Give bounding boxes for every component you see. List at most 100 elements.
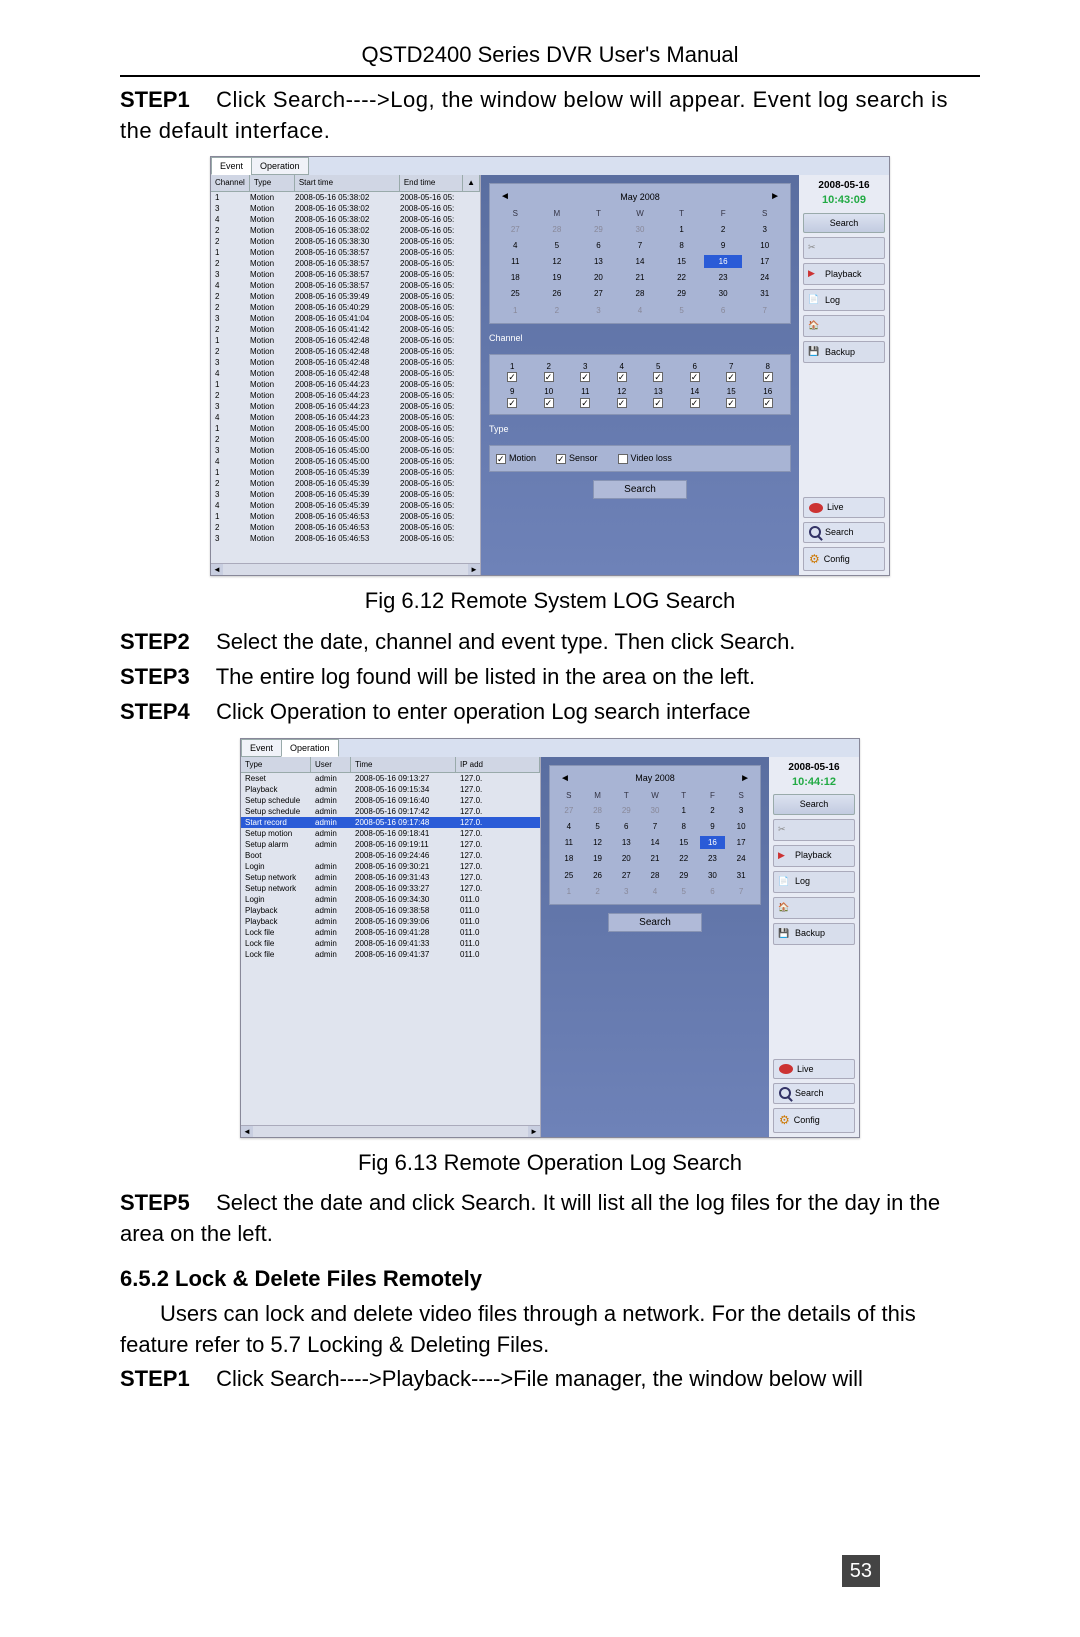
channel-checkbox[interactable]: 15 [715, 386, 748, 407]
col-type[interactable]: Type [250, 175, 295, 190]
calendar-day[interactable]: 27 [556, 804, 582, 817]
side-live-button[interactable]: Live [773, 1059, 855, 1080]
table-row[interactable]: 1Motion2008-05-16 05:42:482008-05-16 05: [211, 335, 480, 346]
calendar-day[interactable]: 1 [662, 223, 701, 236]
table-row[interactable]: Setup motionadmin2008-05-16 09:18:41127.… [241, 828, 540, 839]
calendar-day[interactable]: 23 [700, 852, 726, 865]
table-row[interactable]: 3Motion2008-05-16 05:38:572008-05-16 05: [211, 269, 480, 280]
calendar-day[interactable]: 17 [728, 836, 754, 849]
table-row[interactable]: 2Motion2008-05-16 05:38:022008-05-16 05: [211, 225, 480, 236]
side-live-button[interactable]: Live [803, 497, 885, 518]
calendar-day[interactable]: 4 [556, 820, 582, 833]
calendar-day[interactable]: 27 [613, 869, 639, 882]
channel-checkbox[interactable]: 12 [606, 386, 639, 407]
table-row[interactable]: 1Motion2008-05-16 05:38:572008-05-16 05: [211, 247, 480, 258]
channel-checkbox[interactable]: 1 [496, 361, 529, 382]
calendar-day[interactable]: 30 [704, 287, 743, 300]
side-scissors-button[interactable]: ✂ [773, 819, 855, 841]
table-row[interactable]: 2Motion2008-05-16 05:38:302008-05-16 05: [211, 236, 480, 247]
calendar-day[interactable]: 10 [728, 820, 754, 833]
table-row[interactable]: Lock fileadmin2008-05-16 09:41:28011.0 [241, 927, 540, 938]
scroll-right-icon[interactable]: ► [528, 1126, 540, 1137]
calendar-day[interactable]: 18 [556, 852, 582, 865]
table-row[interactable]: Lock fileadmin2008-05-16 09:41:37011.0 [241, 949, 540, 960]
calendar-day[interactable]: 13 [579, 255, 618, 268]
side-search-button[interactable]: Search [773, 794, 855, 815]
calendar-day[interactable]: 15 [662, 255, 701, 268]
calendar-day[interactable]: 27 [579, 287, 618, 300]
h-scrollbar[interactable]: ◄ ► [241, 1125, 540, 1137]
side-playback-button[interactable]: ▶Playback [803, 263, 885, 285]
side-backup-button[interactable]: 💾Backup [773, 923, 855, 945]
calendar-day[interactable]: 2 [538, 304, 577, 317]
calendar-day[interactable]: 20 [613, 852, 639, 865]
h-scrollbar[interactable]: ◄ ► [211, 563, 480, 575]
calendar-grid[interactable]: SMTWTFS272829301234567891011121314151617… [496, 208, 784, 316]
videoloss-checkbox[interactable]: Video loss [618, 452, 672, 465]
calendar-day[interactable]: 16 [700, 836, 726, 849]
scroll-left-icon[interactable]: ◄ [211, 564, 223, 575]
table-row[interactable]: 2Motion2008-05-16 05:45:002008-05-16 05: [211, 434, 480, 445]
side-bottom-search-button[interactable]: Search [803, 522, 885, 543]
col-end-time[interactable]: End time [400, 175, 463, 190]
calendar-day[interactable]: 18 [496, 271, 535, 284]
calendar-day[interactable]: 14 [642, 836, 668, 849]
calendar-day[interactable]: 30 [642, 804, 668, 817]
table-row[interactable]: Playbackadmin2008-05-16 09:39:06011.0 [241, 916, 540, 927]
calendar-day[interactable]: 7 [728, 885, 754, 898]
calendar-day[interactable]: 22 [671, 852, 697, 865]
table-row[interactable]: 4Motion2008-05-16 05:42:482008-05-16 05: [211, 368, 480, 379]
calendar-day[interactable]: 4 [496, 239, 535, 252]
scroll-left-icon[interactable]: ◄ [241, 1126, 253, 1137]
table-row[interactable]: 4Motion2008-05-16 05:38:572008-05-16 05: [211, 280, 480, 291]
side-config-button[interactable]: ⚙Config [803, 547, 885, 572]
calendar-day[interactable]: 13 [613, 836, 639, 849]
table-row[interactable]: Setup networkadmin2008-05-16 09:33:27127… [241, 883, 540, 894]
table-row[interactable]: 2Motion2008-05-16 05:38:572008-05-16 05: [211, 258, 480, 269]
calendar-day[interactable]: 11 [496, 255, 535, 268]
cal-prev-icon[interactable]: ◄ [556, 772, 574, 786]
table-row[interactable]: 2Motion2008-05-16 05:46:532008-05-16 05: [211, 522, 480, 533]
scroll-up-icon[interactable]: ▲ [463, 175, 480, 190]
table-row[interactable]: Resetadmin2008-05-16 09:13:27127.0. [241, 773, 540, 784]
table-row[interactable]: 4Motion2008-05-16 05:44:232008-05-16 05: [211, 412, 480, 423]
channel-checkbox[interactable]: 13 [642, 386, 675, 407]
calendar-day[interactable]: 5 [671, 885, 697, 898]
calendar-day[interactable]: 21 [642, 852, 668, 865]
table-row[interactable]: 3Motion2008-05-16 05:42:482008-05-16 05: [211, 357, 480, 368]
col-channel[interactable]: Channel [211, 175, 250, 190]
table-row[interactable]: 2Motion2008-05-16 05:45:392008-05-16 05: [211, 478, 480, 489]
calendar-day[interactable]: 19 [585, 852, 611, 865]
cal-prev-icon[interactable]: ◄ [496, 190, 514, 204]
calendar-day[interactable]: 29 [662, 287, 701, 300]
channel-checkbox[interactable]: 5 [642, 361, 675, 382]
channel-checkbox[interactable]: 10 [533, 386, 566, 407]
calendar-day[interactable]: 21 [621, 271, 660, 284]
table-row[interactable]: 1Motion2008-05-16 05:38:022008-05-16 05: [211, 192, 480, 203]
side-home-button[interactable]: 🏠 [803, 315, 885, 337]
table-row[interactable]: Lock fileadmin2008-05-16 09:41:33011.0 [241, 938, 540, 949]
calendar-day[interactable]: 30 [700, 869, 726, 882]
table-row[interactable]: Playbackadmin2008-05-16 09:15:34127.0. [241, 784, 540, 795]
table-row[interactable]: Setup scheduleadmin2008-05-16 09:17:4212… [241, 806, 540, 817]
calendar-day[interactable]: 3 [579, 304, 618, 317]
channel-checkbox[interactable]: 3 [569, 361, 602, 382]
side-backup-button[interactable]: 💾Backup [803, 341, 885, 363]
motion-checkbox[interactable]: Motion [496, 452, 536, 465]
channel-checkbox[interactable]: 9 [496, 386, 529, 407]
side-bottom-search-button[interactable]: Search [773, 1083, 855, 1104]
search-button[interactable]: Search [593, 480, 687, 499]
table-row[interactable]: 2Motion2008-05-16 05:42:482008-05-16 05: [211, 346, 480, 357]
table-row[interactable]: 1Motion2008-05-16 05:44:232008-05-16 05: [211, 379, 480, 390]
fig2-log-rows[interactable]: Resetadmin2008-05-16 09:13:27127.0.Playb… [241, 773, 540, 1125]
table-row[interactable]: Boot2008-05-16 09:24:46127.0. [241, 850, 540, 861]
side-home-button[interactable]: 🏠 [773, 897, 855, 919]
calendar-day[interactable]: 31 [745, 287, 784, 300]
calendar-day[interactable]: 30 [621, 223, 660, 236]
table-row[interactable]: 3Motion2008-05-16 05:41:042008-05-16 05: [211, 313, 480, 324]
channel-checkbox[interactable]: 14 [679, 386, 712, 407]
table-row[interactable]: 3Motion2008-05-16 05:46:532008-05-16 05: [211, 533, 480, 544]
calendar-day[interactable]: 5 [585, 820, 611, 833]
table-row[interactable]: Setup scheduleadmin2008-05-16 09:16:4012… [241, 795, 540, 806]
table-row[interactable]: 2Motion2008-05-16 05:40:292008-05-16 05: [211, 302, 480, 313]
